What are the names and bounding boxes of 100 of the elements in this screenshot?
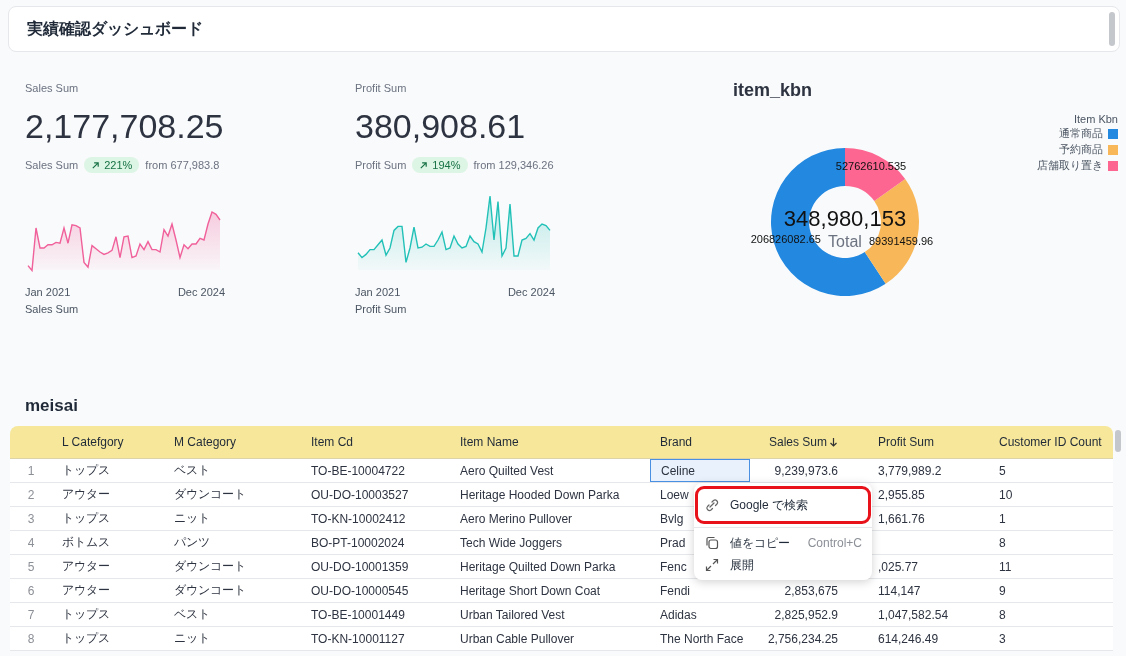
axis-label: Jan 2021 [355,286,401,298]
row-number: 8 [26,630,36,648]
table-cell: Aero Quilted Vest [460,463,554,478]
table-cell: BO-PT-10002024 [311,535,405,550]
table-cell: Urban Tailored Vest [460,607,565,622]
metric-label: Profit Sum [355,82,407,96]
legend-label: 通常商品 [1059,126,1103,141]
table-cell: パンツ [174,534,210,551]
table-cell: トップス [62,510,110,527]
row-number: 3 [26,510,36,528]
table-cell: TO-BE-10004722 [311,463,405,478]
legend-title: Item Kbn [1073,113,1118,125]
previous-value: from 129,346.26 [473,159,554,171]
table-cell: ボトムス [62,534,110,551]
keyboard-shortcut: Control+C [807,536,862,550]
table-cell: OU-DO-10003527 [311,487,409,502]
table-cell: 10 [999,487,1013,502]
legend-label: 店舗取り置き [1037,158,1103,173]
table-cell: ダウンコート [174,582,246,599]
table-cell: ,025.77 [878,559,919,574]
comparison-label: Profit Sum [355,159,407,171]
expand-icon [704,557,720,573]
scrollbar-thumb[interactable] [1109,12,1115,46]
change-badge: 221% [84,157,140,173]
table-cell: Loew [660,487,689,502]
sort-descending-icon[interactable] [829,437,838,447]
scrollbar-thumb[interactable] [1114,430,1121,452]
table-cell: Prad [660,535,686,550]
trend-arrow-icon [91,160,101,170]
row-number: 4 [26,534,36,552]
row-number: 6 [26,582,36,600]
table-cell: Tech Wide Joggers [460,535,563,550]
copy-icon [704,535,720,551]
table-cell: Fenc [660,559,687,574]
table-cell: トップス [62,462,110,479]
table-cell: 3,779,989.2 [878,463,942,478]
table-cell: Heritage Quilted Down Parka [460,559,616,574]
menu-item[interactable]: 展開 [694,554,872,576]
column-header[interactable]: Profit Sum [878,435,934,449]
link-icon [704,497,720,513]
column-header[interactable]: L Catefgory [62,435,124,449]
axis-label: Dec 2024 [177,286,225,298]
row-number: 2 [26,486,36,504]
change-badge: 194% [412,157,468,173]
table-cell: 11 [999,559,1012,574]
chart-title: item_kbn [733,80,814,101]
table-cell: ダウンコート [174,486,246,503]
legend-label: 予約商品 [1059,142,1103,157]
table-cell: 1,661.76 [878,511,925,526]
table-cell: TO-BE-10001449 [311,607,405,622]
table-cell: ダウンコート [174,558,246,575]
table-cell: 2,756,234.25 [767,631,838,646]
highlighted-menu-item[interactable]: Google で検索 [698,489,868,521]
table-cell: ニット [174,630,210,647]
column-header[interactable]: M Category [174,435,237,449]
column-header[interactable]: Customer ID Count [999,435,1102,449]
metric-label: Sales Sum [25,82,79,96]
table-cell: トップス [62,606,110,623]
table-cell: Adidas [660,607,697,622]
table-cell: 2,853,675 [784,583,838,598]
table-cell: ベスト [174,606,210,623]
axis-label: Dec 2024 [507,286,555,298]
selected-cell[interactable]: Celine [650,459,750,482]
table-cell: Bvlg [660,511,684,526]
table-cell: アウター [62,486,110,503]
metric-value: 2,177,708.25 [25,106,224,146]
column-header[interactable]: Item Name [460,435,519,449]
row-number: 1 [26,462,36,480]
sparkline-caption: Sales Sum [25,303,79,315]
table-cell: 8 [999,607,1006,622]
table-cell: 5 [999,463,1006,478]
section-title: meisai [25,396,78,416]
table-cell: Urban Cable Pullover [460,631,575,646]
table-cell: 9 [999,583,1006,598]
metric-value: 380,908.61 [355,106,526,146]
table-cell: 9,239,973.6 [774,463,838,478]
table-cell: 2,825,952.9 [774,607,838,622]
trend-arrow-icon [419,160,429,170]
table-cell: OU-DO-10001359 [311,559,409,574]
column-header[interactable]: Sales Sum [768,435,827,449]
row-number: 7 [26,606,36,624]
total-label: Total [828,233,862,250]
menu-item[interactable]: 値をコピー Control+C [694,532,872,554]
table-cell: ベスト [174,462,210,479]
table-cell: The North Face [660,631,744,646]
table-cell: アウター [62,582,110,599]
table-cell: 2,955.85 [878,487,925,502]
table-cell: TO-KN-10001127 [311,631,405,646]
column-header[interactable]: Brand [660,435,693,449]
table-cell: OU-DO-10000545 [311,583,409,598]
table-cell: トップス [62,630,110,647]
table-cell: 614,246.49 [878,631,939,646]
table-cell: 8 [999,535,1006,550]
table-cell: Heritage Short Down Coat [460,583,601,598]
column-header[interactable]: Item Cd [311,435,353,449]
table-cell: 114,147 [878,583,921,598]
table-cell: 1 [999,511,1006,526]
table-cell: TO-KN-10002412 [311,511,406,526]
table-cell: Aero Merino Pullover [460,511,573,526]
row-number: 5 [26,558,36,576]
